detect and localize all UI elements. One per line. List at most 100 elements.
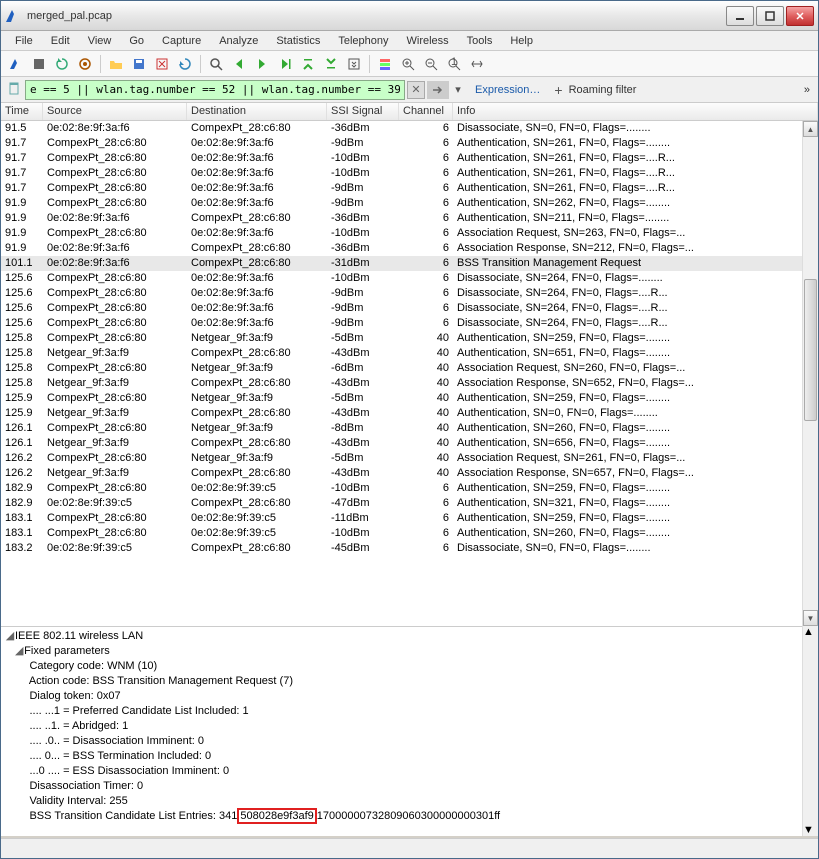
display-filter-input[interactable] — [25, 80, 405, 100]
apply-filter-button[interactable] — [427, 81, 449, 99]
close-button[interactable] — [786, 6, 814, 26]
menu-go[interactable]: Go — [121, 33, 152, 49]
add-filter-button[interactable]: + — [550, 82, 566, 98]
zoom-in-icon[interactable] — [397, 53, 419, 75]
menu-statistics[interactable]: Statistics — [268, 33, 328, 49]
det-bit5[interactable]: ...0 .... = ESS Disassociation Imminent:… — [29, 765, 229, 777]
filter-history-dropdown[interactable]: ▾ — [451, 81, 465, 99]
roaming-filter-button[interactable]: Roaming filter — [569, 84, 641, 96]
shark-fin-icon[interactable] — [5, 53, 27, 75]
packet-list-scrollbar[interactable]: ▲ ▼ — [802, 121, 818, 626]
save-icon[interactable] — [128, 53, 150, 75]
zoom-reset-icon[interactable]: 1 — [443, 53, 465, 75]
packet-row[interactable]: 125.6CompexPt_28:c6:800e:02:8e:9f:3a:f6-… — [1, 286, 818, 301]
details-scrollbar[interactable]: ▲ ▼ — [802, 626, 818, 836]
col-destination[interactable]: Destination — [187, 103, 327, 120]
scroll-up-icon[interactable]: ▲ — [803, 626, 818, 638]
options-icon[interactable] — [74, 53, 96, 75]
col-channel[interactable]: Channel — [399, 103, 453, 120]
packet-row[interactable]: 126.2CompexPt_28:c6:80Netgear_9f:3a:f9-5… — [1, 451, 818, 466]
packet-row[interactable]: 91.90e:02:8e:9f:3a:f6CompexPt_28:c6:80-3… — [1, 211, 818, 226]
close-file-icon[interactable] — [151, 53, 173, 75]
det-bit1[interactable]: .... ...1 = Preferred Candidate List Inc… — [29, 705, 248, 717]
restart-icon[interactable] — [51, 53, 73, 75]
det-cat[interactable]: Category code: WNM (10) — [29, 660, 157, 672]
col-info[interactable]: Info — [453, 103, 818, 120]
packet-row[interactable]: 101.10e:02:8e:9f:3a:f6CompexPt_28:c6:80-… — [1, 256, 818, 271]
det-fixed[interactable]: Fixed parameters — [24, 645, 110, 657]
minimize-button[interactable] — [726, 6, 754, 26]
packet-row[interactable]: 125.8CompexPt_28:c6:80Netgear_9f:3a:f9-5… — [1, 331, 818, 346]
packet-row[interactable]: 125.8CompexPt_28:c6:80Netgear_9f:3a:f9-6… — [1, 361, 818, 376]
prev-icon[interactable] — [228, 53, 250, 75]
packet-row[interactable]: 91.7CompexPt_28:c6:800e:02:8e:9f:3a:f6-9… — [1, 181, 818, 196]
first-icon[interactable] — [297, 53, 319, 75]
packet-row[interactable]: 91.7CompexPt_28:c6:800e:02:8e:9f:3a:f6-1… — [1, 166, 818, 181]
menu-wireless[interactable]: Wireless — [399, 33, 457, 49]
menu-help[interactable]: Help — [502, 33, 541, 49]
packet-list-header[interactable]: Time Source Destination SSI Signal Chann… — [1, 103, 818, 121]
packet-row[interactable]: 183.1CompexPt_28:c6:800e:02:8e:9f:39:c5-… — [1, 526, 818, 541]
col-time[interactable]: Time — [1, 103, 43, 120]
det-entries-pre[interactable]: BSS Transition Candidate List Entries: 3… — [29, 810, 237, 822]
toolbar-overflow-icon[interactable]: » — [800, 84, 814, 96]
packet-row[interactable]: 125.8Netgear_9f:3a:f9CompexPt_28:c6:80-4… — [1, 376, 818, 391]
menu-view[interactable]: View — [80, 33, 120, 49]
packet-row[interactable]: 91.90e:02:8e:9f:3a:f6CompexPt_28:c6:80-3… — [1, 241, 818, 256]
zoom-out-icon[interactable] — [420, 53, 442, 75]
colorize-icon[interactable] — [374, 53, 396, 75]
packet-row[interactable]: 91.9CompexPt_28:c6:800e:02:8e:9f:3a:f6-9… — [1, 196, 818, 211]
det-token[interactable]: Dialog token: 0x07 — [29, 690, 120, 702]
reload-icon[interactable] — [174, 53, 196, 75]
stop-icon[interactable] — [28, 53, 50, 75]
det-entries-post[interactable]: 17000000732809060300000000301ff — [317, 810, 500, 822]
menu-analyze[interactable]: Analyze — [211, 33, 266, 49]
det-validity[interactable]: Validity Interval: 255 — [29, 795, 127, 807]
scroll-down-icon[interactable]: ▼ — [803, 824, 814, 836]
packet-rows[interactable]: 91.50e:02:8e:9f:3a:f6CompexPt_28:c6:80-3… — [1, 121, 818, 556]
resize-cols-icon[interactable] — [466, 53, 488, 75]
packet-row[interactable]: 91.7CompexPt_28:c6:800e:02:8e:9f:3a:f6-1… — [1, 151, 818, 166]
packet-details[interactable]: ◢IEEE 802.11 wireless LAN ◢Fixed paramet… — [1, 626, 802, 836]
packet-row[interactable]: 125.9CompexPt_28:c6:80Netgear_9f:3a:f9-5… — [1, 391, 818, 406]
packet-row[interactable]: 182.9CompexPt_28:c6:800e:02:8e:9f:39:c5-… — [1, 481, 818, 496]
packet-row[interactable]: 126.2Netgear_9f:3a:f9CompexPt_28:c6:80-4… — [1, 466, 818, 481]
menu-telephony[interactable]: Telephony — [330, 33, 396, 49]
packet-row[interactable]: 183.20e:02:8e:9f:39:c5CompexPt_28:c6:80-… — [1, 541, 818, 556]
packet-list[interactable]: Time Source Destination SSI Signal Chann… — [1, 103, 818, 626]
det-bit4[interactable]: .... 0... = BSS Termination Included: 0 — [29, 750, 211, 762]
packet-row[interactable]: 125.9Netgear_9f:3a:f9CompexPt_28:c6:80-4… — [1, 406, 818, 421]
det-header[interactable]: IEEE 802.11 wireless LAN — [15, 630, 143, 642]
menu-file[interactable]: File — [7, 33, 41, 49]
det-timer[interactable]: Disassociation Timer: 0 — [29, 780, 143, 792]
menu-edit[interactable]: Edit — [43, 33, 78, 49]
maximize-button[interactable] — [756, 6, 784, 26]
titlebar[interactable]: merged_pal.pcap — [1, 1, 818, 31]
packet-row[interactable]: 183.1CompexPt_28:c6:800e:02:8e:9f:39:c5-… — [1, 511, 818, 526]
autoscroll-icon[interactable] — [343, 53, 365, 75]
packet-row[interactable]: 125.6CompexPt_28:c6:800e:02:8e:9f:3a:f6-… — [1, 301, 818, 316]
packet-row[interactable]: 125.6CompexPt_28:c6:800e:02:8e:9f:3a:f6-… — [1, 316, 818, 331]
col-source[interactable]: Source — [43, 103, 187, 120]
det-bit2[interactable]: .... ..1. = Abridged: 1 — [29, 720, 128, 732]
packet-row[interactable]: 91.9CompexPt_28:c6:800e:02:8e:9f:3a:f6-1… — [1, 226, 818, 241]
packet-row[interactable]: 126.1CompexPt_28:c6:80Netgear_9f:3a:f9-8… — [1, 421, 818, 436]
filter-bookmark-icon[interactable] — [5, 81, 23, 98]
menu-capture[interactable]: Capture — [154, 33, 209, 49]
open-icon[interactable] — [105, 53, 127, 75]
det-action[interactable]: Action code: BSS Transition Management R… — [29, 675, 293, 687]
packet-row[interactable]: 125.6CompexPt_28:c6:800e:02:8e:9f:3a:f6-… — [1, 271, 818, 286]
packet-row[interactable]: 182.90e:02:8e:9f:39:c5CompexPt_28:c6:80-… — [1, 496, 818, 511]
clear-filter-button[interactable]: ✕ — [407, 81, 425, 99]
col-ssi[interactable]: SSI Signal — [327, 103, 399, 120]
next-icon[interactable] — [251, 53, 273, 75]
det-bit3[interactable]: .... .0.. = Disassociation Imminent: 0 — [29, 735, 204, 747]
expression-button[interactable]: Expression… — [467, 84, 548, 96]
scroll-down-icon[interactable]: ▼ — [803, 610, 818, 626]
packet-row[interactable]: 91.50e:02:8e:9f:3a:f6CompexPt_28:c6:80-3… — [1, 121, 818, 136]
last-icon[interactable] — [320, 53, 342, 75]
packet-row[interactable]: 91.7CompexPt_28:c6:800e:02:8e:9f:3a:f6-9… — [1, 136, 818, 151]
menu-tools[interactable]: Tools — [459, 33, 501, 49]
scroll-up-icon[interactable]: ▲ — [803, 121, 818, 137]
jump-icon[interactable] — [274, 53, 296, 75]
